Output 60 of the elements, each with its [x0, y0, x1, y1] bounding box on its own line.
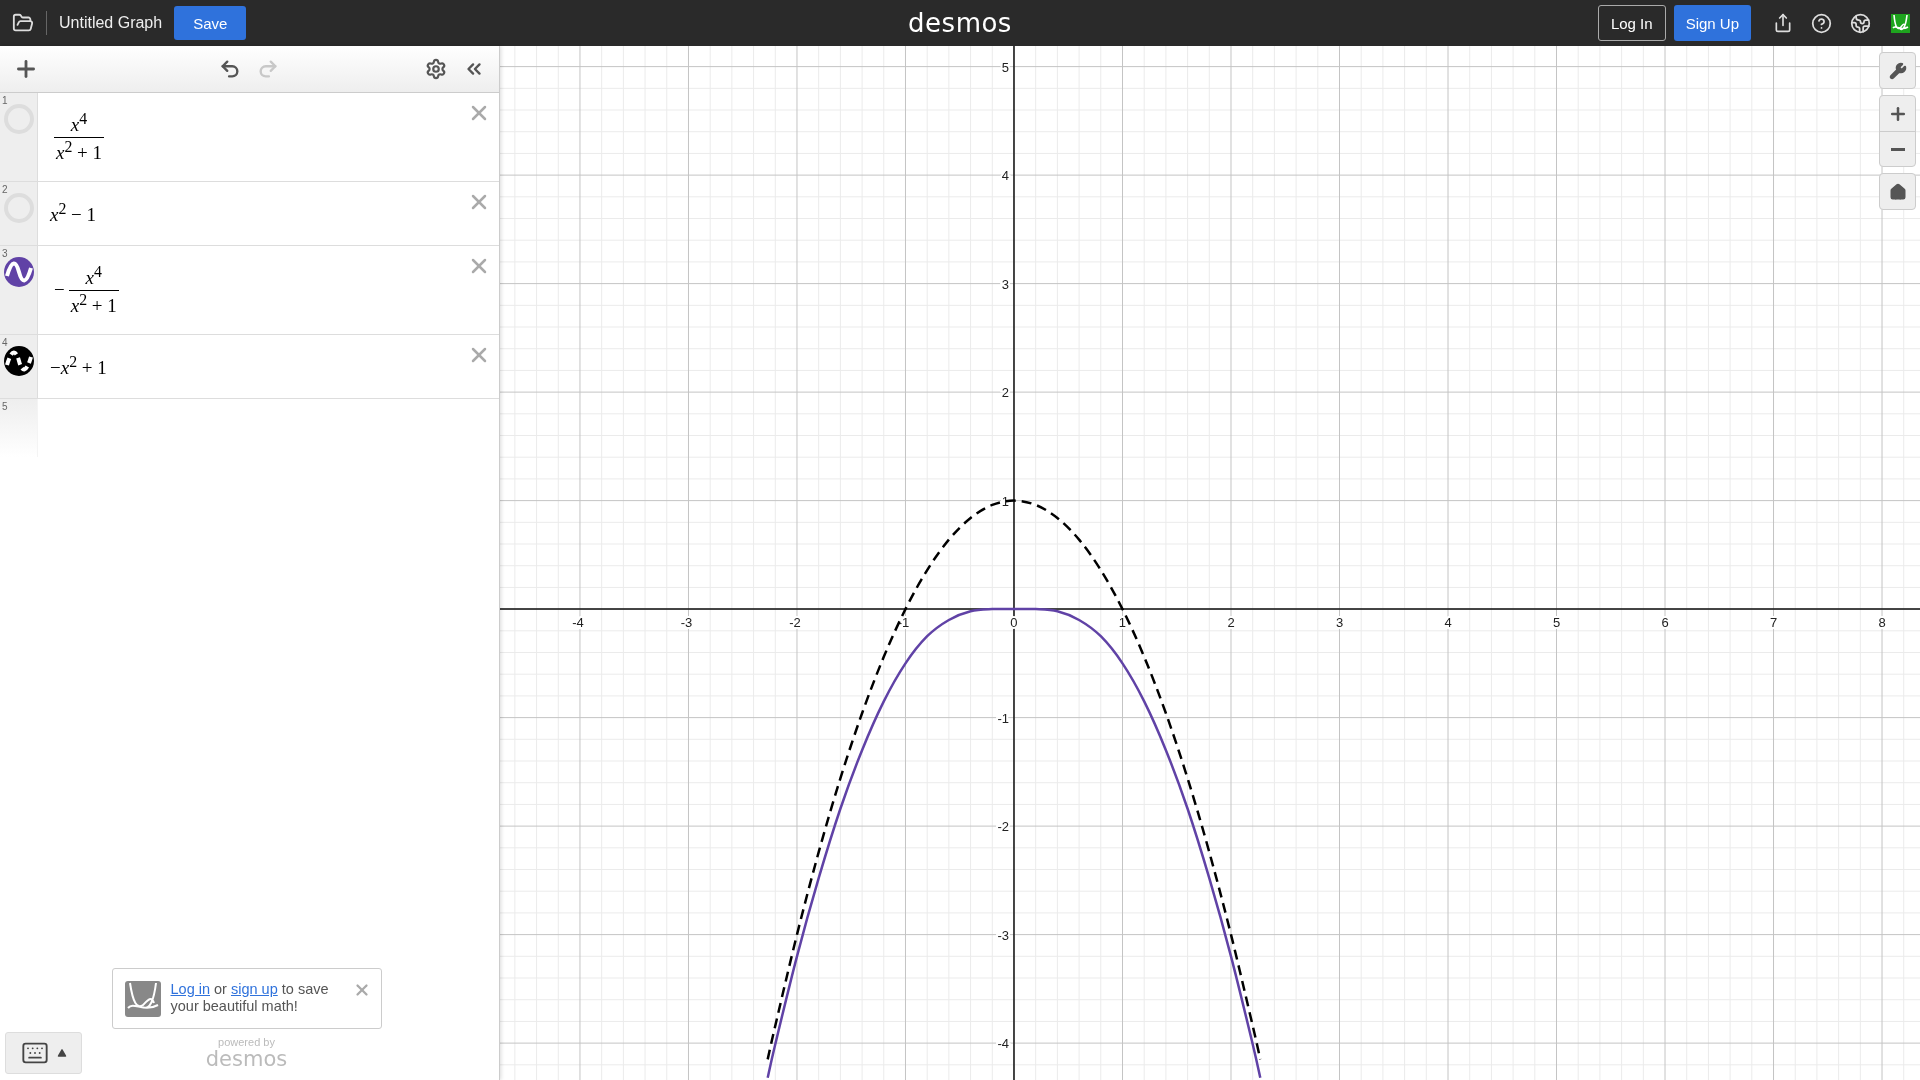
axis-tick-label: 7 [1769, 615, 1778, 631]
home-icon [1888, 182, 1907, 201]
expression-number: 3 [2, 248, 8, 259]
curve-toggle-icon[interactable] [3, 346, 34, 376]
axis-tick-label: -4 [997, 1036, 1009, 1052]
undo-button[interactable] [219, 58, 241, 80]
help-icon[interactable] [1811, 12, 1832, 34]
axis-tick-label: 1 [1001, 493, 1009, 509]
login-button[interactable]: Log In [1597, 5, 1666, 41]
axis-tick-label: 2 [1227, 615, 1235, 631]
axis-tick-label: -4 [572, 615, 584, 631]
axis-tick-label: -2 [997, 819, 1009, 835]
axis-tick-label: -3 [680, 615, 693, 631]
axis-tick-label: 4 [1001, 168, 1009, 184]
auth-link[interactable]: sign up [230, 981, 278, 997]
save-prompt-text: Log in or sign up to save your beautiful math! [170, 981, 330, 1015]
expression-number: 5 [2, 401, 8, 412]
settings-button[interactable] [425, 58, 447, 80]
auth-link[interactable]: Log in [170, 981, 210, 997]
redo-icon [257, 58, 279, 80]
axis-tick-label: 8 [1878, 615, 1886, 631]
expression-number: 2 [2, 184, 8, 195]
curve-toggle-icon[interactable] [3, 257, 34, 287]
undo-icon [219, 58, 241, 80]
axis-tick-label: -3 [997, 927, 1009, 943]
powered-by-text: powered by [218, 1037, 275, 1048]
math-expression[interactable]: x$^{2}$ − 1 [50, 200, 97, 227]
graph-logo-icon [124, 981, 161, 1017]
expression-number: 1 [2, 95, 8, 106]
fraction-denominator: x$^{2}$ + 1 [68, 289, 119, 317]
axis-tick-label: 1 [1118, 615, 1127, 631]
share-icon[interactable] [1773, 13, 1793, 33]
axis-tick-label: 3 [1335, 615, 1344, 631]
settings-icon [425, 58, 447, 80]
save-button[interactable]: Save [174, 6, 247, 40]
wrench-icon [1888, 61, 1907, 80]
globe-icon[interactable] [1850, 12, 1871, 34]
fraction-numerator: x$^{4}$ [69, 110, 89, 137]
brand-logo: desmos [205, 1048, 288, 1070]
fraction-denominator: x$^{2}$ + 1 [54, 136, 105, 164]
caret-icon [56, 1048, 67, 1058]
axis-tick-label: 5 [1001, 59, 1009, 75]
signup-button[interactable]: Sign Up [1673, 5, 1751, 41]
axis-tick-label: 5 [1552, 615, 1561, 631]
axis-tick-label: -1 [997, 710, 1009, 726]
brand-logo: desmos [908, 8, 1012, 38]
axis-tick-label: 3 [1001, 276, 1009, 292]
axis-tick-label: 4 [1444, 615, 1452, 631]
minus-icon [1890, 147, 1905, 151]
fraction-numerator: x$^{4}$ [84, 263, 103, 290]
axis-tick-label: 6 [1661, 615, 1669, 631]
axis-tick-label: 2 [1001, 385, 1009, 401]
keyboard-button[interactable] [5, 1032, 82, 1074]
expression-number: 4 [2, 337, 8, 348]
graph-title[interactable]: Untitled Graph [59, 14, 163, 32]
axis-tick-label: -2 [789, 615, 801, 631]
minus-sign: − [54, 279, 65, 301]
graph-logo-icon[interactable] [1891, 13, 1910, 33]
folder-icon[interactable] [12, 12, 34, 34]
math-expression[interactable]: −x$^{2}$ + 1 [50, 353, 107, 380]
